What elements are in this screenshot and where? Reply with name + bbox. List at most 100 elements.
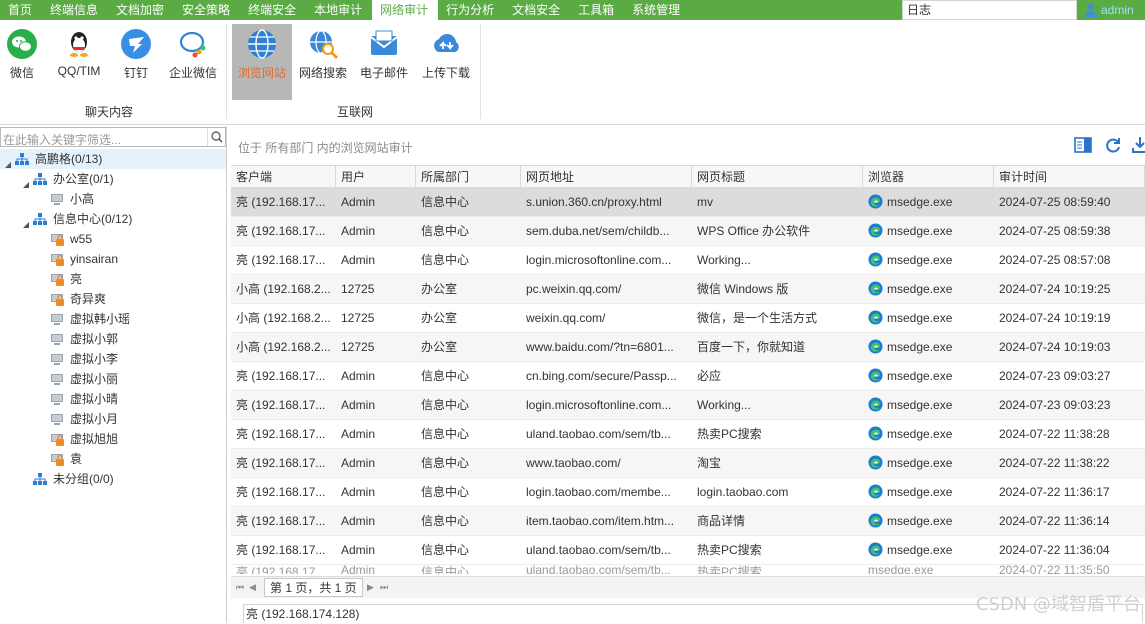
tree-node-label: 办公室(0/1) (53, 172, 114, 186)
cell-text: 亮 (192.168.17... (236, 224, 326, 238)
table-cell: msedge.exe (863, 275, 994, 304)
wecom-button[interactable]: 企业微信 (163, 24, 223, 100)
tree-group-node[interactable]: 办公室(0/1) (0, 169, 226, 189)
column-header[interactable]: 网页标题 (692, 166, 863, 188)
table-row[interactable]: 亮 (192.168.17... Admin 信息中心 login.taobao.co… (231, 478, 1145, 507)
table-row[interactable]: 亮 (192.168.17... Admin 信息中心 login.microsoft… (231, 391, 1145, 420)
table-cell: msedge.exe (863, 478, 994, 507)
table-row[interactable]: 亮 (192.168.17... Admin 信息中心 uland.taobao.co… (231, 565, 1145, 574)
tree-computer-node[interactable]: 奇异爽 (0, 289, 226, 309)
tree-search-input[interactable]: 在此输入关键字筛选... (0, 127, 226, 147)
tree-computer-node[interactable]: 虚拟小郭 (0, 329, 226, 349)
table-cell: 热卖PC搜索 (692, 536, 863, 565)
collapse-triangle-icon[interactable] (4, 155, 12, 168)
ribbon-divider (226, 24, 227, 119)
table-cell: 办公室 (416, 304, 521, 333)
chat-group-label: 聊天内容 (84, 105, 133, 119)
tree-computer-node[interactable]: 亮 (0, 269, 226, 289)
table-row[interactable]: 亮 (192.168.17... Admin 信息中心 item.taobao.com… (231, 507, 1145, 536)
next-page-button[interactable]: ▶ (367, 582, 375, 592)
table-cell: 2024-07-25 08:59:38 (994, 217, 1145, 246)
tree-computer-node[interactable]: 虚拟小丽 (0, 369, 226, 389)
wechat-button[interactable]: 微信 (2, 24, 42, 100)
upload-download-button[interactable]: 上传下载 (416, 24, 476, 100)
wecom-label: 企业微信 (168, 66, 217, 80)
tree-group-node[interactable]: 信息中心(0/12) (0, 209, 226, 229)
menu-item-8[interactable]: 文档安全 (504, 0, 570, 20)
table-cell: Admin (336, 478, 416, 507)
menu-item-3[interactable]: 安全策略 (174, 0, 240, 20)
tree-computer-node[interactable]: w55 (0, 229, 226, 249)
column-header[interactable]: 审计时间 (994, 166, 1145, 188)
menu-item-4[interactable]: 终端安全 (240, 0, 306, 20)
table-row[interactable]: 亮 (192.168.17... Admin 信息中心 cn.bing.com/sec… (231, 362, 1145, 391)
cell-text: login.taobao.com (697, 485, 789, 499)
tree-computer-node[interactable]: 虚拟小李 (0, 349, 226, 369)
table-cell: 热卖PC搜索 (692, 420, 863, 449)
table-row[interactable]: 亮 (192.168.17... Admin 信息中心 uland.taobao.co… (231, 420, 1145, 449)
menu-item-7[interactable]: 行为分析 (438, 0, 504, 20)
table-cell: msedge.exe (863, 362, 994, 391)
cell-text: Admin (341, 398, 376, 412)
menu-item-0[interactable]: 首页 (0, 0, 42, 20)
menu-item-10[interactable]: 系统管理 (624, 0, 690, 20)
dingtalk-button[interactable]: 钉钉 (115, 24, 157, 100)
refresh-icon[interactable] (1104, 136, 1122, 154)
cell-text: 2024-07-22 11:35:50 (999, 565, 1110, 574)
collapse-triangle-icon[interactable] (22, 215, 30, 228)
table-row[interactable]: 亮 (192.168.17... Admin 信息中心 sem.duba.net/se… (231, 217, 1145, 246)
menu-item-6[interactable]: 网络审计 (372, 0, 439, 20)
user-menu[interactable]: admin (1077, 0, 1145, 20)
column-header[interactable]: 网页地址 (521, 166, 692, 188)
last-page-button[interactable]: ⏭ (380, 582, 388, 592)
tree-computer-node[interactable]: 袁 (0, 449, 226, 469)
wechat-label: 微信 (9, 66, 34, 80)
column-header[interactable]: 客户端 (231, 166, 336, 188)
log-search-field[interactable]: 日志 (902, 0, 1077, 20)
web-search-button[interactable]: 网络搜索 (294, 24, 352, 100)
menu-item-1[interactable]: 终端信息 (42, 0, 108, 20)
table-row[interactable]: 亮 (192.168.17... Admin 信息中心 uland.taobao.co… (231, 536, 1145, 565)
export-icon[interactable] (1131, 136, 1145, 154)
table-cell: msedge.exe (863, 420, 994, 449)
table-row[interactable]: 小高 (192.168.2... 12725 办公室 www.baidu.com/?t… (231, 333, 1145, 362)
column-header[interactable]: 用户 (336, 166, 416, 188)
email-button[interactable]: 电子邮件 (354, 24, 414, 100)
tree-computer-node[interactable]: 小高 (0, 189, 226, 209)
table-row[interactable]: 亮 (192.168.17... Admin 信息中心 s.union.360.cn/… (231, 188, 1145, 217)
cell-text: 淘宝 (697, 456, 722, 470)
cell-text: Admin (341, 369, 376, 383)
cell-text: 信息中心 (421, 224, 470, 238)
tree-computer-node[interactable]: 虚拟旭旭 (0, 429, 226, 449)
table-cell: 亮 (192.168.17... (231, 536, 336, 565)
cell-text: 2024-07-24 10:19:25 (999, 282, 1111, 296)
tree-search-button[interactable] (207, 128, 225, 146)
tree-computer-node[interactable]: yinsairan (0, 249, 226, 269)
column-header[interactable]: 所属部门 (416, 166, 521, 188)
table-row[interactable]: 亮 (192.168.17... Admin 信息中心 login.microsoft… (231, 246, 1145, 275)
cell-text: s.union.360.cn/proxy.html (526, 195, 662, 209)
column-header[interactable]: 浏览器 (863, 166, 994, 188)
table-cell: msedge.exe (863, 449, 994, 478)
tree-computer-node[interactable]: 虚拟小月 (0, 409, 226, 429)
menu-item-9[interactable]: 工具箱 (570, 0, 624, 20)
tree-group-node[interactable]: 未分组(0/0) (0, 469, 226, 489)
cell-text: uland.taobao.com/sem/tb... (526, 427, 671, 441)
prev-page-button[interactable]: ◀ (249, 582, 257, 592)
tree-computer-node[interactable]: 虚拟小晴 (0, 389, 226, 409)
columns-icon[interactable] (1074, 136, 1092, 154)
tree-group-node[interactable]: 高鹏格(0/13) (0, 149, 226, 169)
table-row[interactable]: 小高 (192.168.2... 12725 办公室 pc.weixin.qq.com… (231, 275, 1145, 304)
collapse-triangle-icon[interactable] (22, 175, 30, 188)
browse-websites-button[interactable]: 浏览网站 (232, 24, 292, 100)
qq-tim-button[interactable]: QQ/TIM (48, 24, 110, 100)
first-page-button[interactable]: ⏮ (236, 582, 244, 592)
cell-text: 信息中心 (421, 456, 470, 470)
tree-computer-node[interactable]: 虚拟韩小瑶 (0, 309, 226, 329)
table-cell: 2024-07-23 09:03:27 (994, 362, 1145, 391)
table-cell: sem.duba.net/sem/childb... (521, 217, 692, 246)
table-row[interactable]: 亮 (192.168.17... Admin 信息中心 www.taobao.com/… (231, 449, 1145, 478)
menu-item-5[interactable]: 本地审计 (306, 0, 372, 20)
menu-item-2[interactable]: 文档加密 (108, 0, 174, 20)
table-row[interactable]: 小高 (192.168.2... 12725 办公室 weixin.qq.com/微信… (231, 304, 1145, 333)
